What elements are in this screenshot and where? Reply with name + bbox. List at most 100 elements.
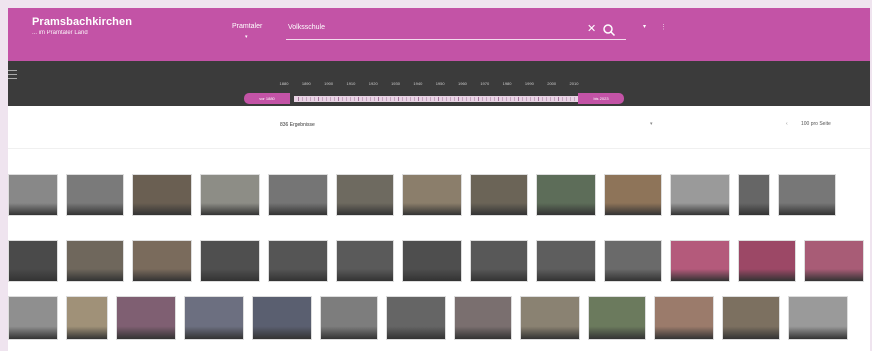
- timeline-tick: [458, 97, 459, 101]
- range-end-handle[interactable]: bis 2023: [578, 93, 624, 104]
- timeline-tick: [566, 97, 567, 101]
- photo-thumbnail[interactable]: [804, 240, 864, 282]
- timeline-tick: [450, 97, 451, 101]
- more-icon[interactable]: ⋮: [660, 23, 667, 31]
- photo-thumbnail[interactable]: [66, 296, 108, 340]
- timeline-tick: [390, 97, 391, 101]
- timeline-year-label: 1930: [391, 81, 400, 86]
- photo-thumbnail[interactable]: [536, 240, 596, 282]
- timeline-tick: [414, 97, 415, 101]
- header-bar: Pramsbachkirchen ... im Pramtaler Land P…: [8, 8, 870, 61]
- timeline-tick: [490, 97, 491, 101]
- photo-thumbnail[interactable]: [722, 296, 780, 340]
- timeline-tick: [366, 97, 367, 101]
- timeline-bar: 1880 1890 1900 1910 1920 1930 1940 1950 1960 1970…: [8, 61, 870, 106]
- photo-thumbnail[interactable]: [604, 240, 662, 282]
- brand-title: Pramsbachkirchen: [32, 16, 133, 28]
- photo-thumbnail[interactable]: [470, 174, 528, 216]
- timeline-tick: [314, 97, 315, 101]
- timeline-tick: [466, 97, 467, 101]
- photo-thumbnail[interactable]: [402, 174, 462, 216]
- menu-icon[interactable]: [8, 70, 17, 82]
- timeline-tick: [422, 97, 423, 101]
- timeline-tick: [494, 97, 495, 101]
- photo-thumbnail[interactable]: [132, 174, 192, 216]
- timeline-track[interactable]: [294, 96, 578, 102]
- timeline-tick: [406, 97, 407, 101]
- scope-caret-icon[interactable]: ▾: [245, 34, 248, 40]
- timeline-tick: [350, 97, 351, 101]
- scope-selector[interactable]: Pramtaler: [232, 23, 262, 30]
- timeline-year-label: 1970: [480, 81, 490, 86]
- search-input[interactable]: Volksschule: [288, 24, 325, 31]
- photo-thumbnail[interactable]: [336, 240, 394, 282]
- dropdown-caret-icon[interactable]: ▾: [643, 23, 646, 30]
- timeline-year-label: 2000: [547, 81, 557, 86]
- per-page-selector[interactable]: 100 pro Seite: [801, 121, 831, 127]
- timeline-tick: [526, 97, 527, 101]
- photo-thumbnail[interactable]: [670, 240, 730, 282]
- timeline-year-label: 1950: [435, 81, 445, 86]
- timeline-year-label: 1980: [502, 81, 512, 86]
- timeline-tick: [470, 97, 471, 101]
- app: Pramsbachkirchen ... im Pramtaler Land P…: [8, 8, 870, 351]
- photo-thumbnail[interactable]: [252, 296, 312, 340]
- timeline-tick: [334, 97, 335, 101]
- timeline-tick: [550, 97, 551, 101]
- timeline-tick: [510, 97, 511, 101]
- timeline-tick: [482, 97, 483, 101]
- sort-caret-icon[interactable]: ▾: [650, 121, 653, 127]
- photo-thumbnail[interactable]: [200, 174, 260, 216]
- timeline-tick: [570, 97, 571, 101]
- photo-thumbnail[interactable]: [8, 240, 58, 282]
- timeline-tick: [402, 97, 403, 101]
- photo-thumbnail[interactable]: [132, 240, 192, 282]
- photo-thumbnail[interactable]: [320, 296, 378, 340]
- timeline-year-label: 1890: [301, 81, 311, 86]
- photo-thumbnail[interactable]: [670, 174, 730, 216]
- photo-thumbnail[interactable]: [116, 296, 176, 340]
- search-field[interactable]: Volksschule ✕: [286, 19, 626, 40]
- photo-thumbnail[interactable]: [66, 174, 124, 216]
- photo-thumbnail[interactable]: [536, 174, 596, 216]
- photo-thumbnail[interactable]: [520, 296, 580, 340]
- previous-page-icon[interactable]: ‹: [786, 121, 788, 127]
- photo-thumbnail[interactable]: [8, 296, 58, 340]
- photo-thumbnail[interactable]: [778, 174, 836, 216]
- photo-thumbnail[interactable]: [738, 240, 796, 282]
- timeline-year-label: 1880: [279, 81, 289, 86]
- photo-thumbnail[interactable]: [268, 174, 328, 216]
- photo-thumbnail[interactable]: [604, 174, 662, 216]
- result-count: 836 Ergebnisse: [280, 122, 315, 128]
- timeline-tick: [530, 97, 531, 101]
- photo-thumbnail[interactable]: [470, 240, 528, 282]
- range-start-handle[interactable]: vor 1880: [244, 93, 290, 104]
- photo-thumbnail[interactable]: [788, 296, 848, 340]
- close-icon[interactable]: ✕: [587, 22, 596, 35]
- timeline-tick: [430, 97, 431, 101]
- photo-thumbnail[interactable]: [8, 174, 58, 216]
- photo-thumbnail[interactable]: [588, 296, 646, 340]
- photo-thumbnail[interactable]: [268, 240, 328, 282]
- photo-thumbnail[interactable]: [402, 240, 462, 282]
- timeline-tick: [298, 97, 299, 101]
- photo-thumbnail[interactable]: [386, 296, 446, 340]
- photo-thumbnail[interactable]: [200, 240, 260, 282]
- photo-thumbnail[interactable]: [738, 174, 770, 216]
- timeline-tick: [362, 97, 363, 101]
- brand-logo[interactable]: Pramsbachkirchen ... im Pramtaler Land: [32, 16, 132, 36]
- image-grid: [8, 148, 870, 351]
- timeline-tick: [462, 97, 463, 101]
- timeline-tick: [446, 97, 447, 101]
- photo-thumbnail[interactable]: [454, 296, 512, 340]
- timeline-year-label: 1920: [368, 81, 378, 86]
- timeline-tick: [394, 97, 395, 101]
- search-icon[interactable]: [602, 23, 616, 37]
- photo-thumbnail[interactable]: [66, 240, 124, 282]
- timeline-tick: [438, 97, 439, 101]
- photo-thumbnail[interactable]: [654, 296, 714, 340]
- photo-thumbnail[interactable]: [336, 174, 394, 216]
- photo-thumbnail[interactable]: [184, 296, 244, 340]
- timeline-years: 1880 1890 1900 1910 1920 1930 1940 1950 1960 1970…: [280, 81, 579, 89]
- timeline-tick: [382, 97, 383, 101]
